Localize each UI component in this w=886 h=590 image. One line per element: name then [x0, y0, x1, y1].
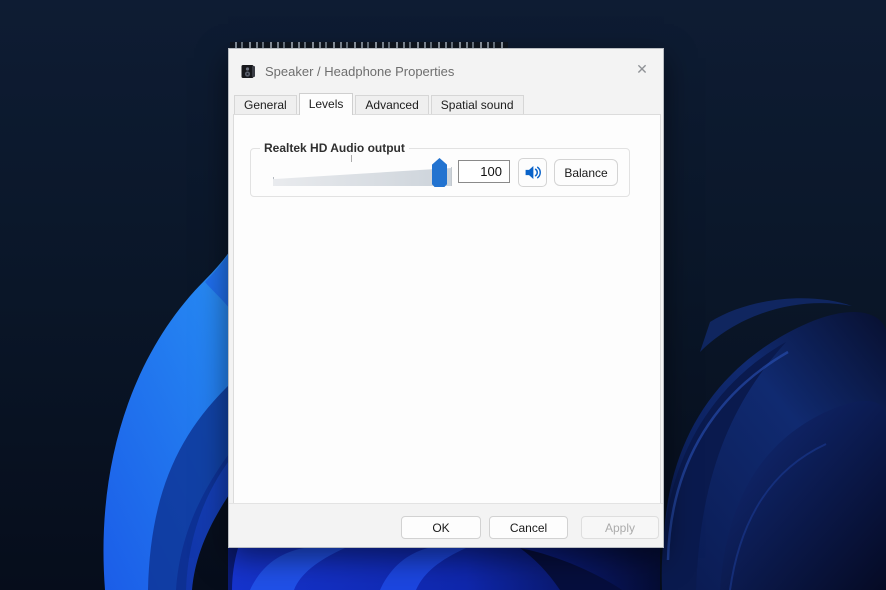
volume-value-field[interactable]: 100	[458, 160, 510, 183]
volume-slider[interactable]	[273, 155, 452, 188]
mute-button[interactable]	[518, 158, 547, 187]
speaker-icon	[241, 64, 255, 78]
close-icon: ✕	[636, 60, 648, 77]
ok-button[interactable]: OK	[401, 516, 481, 539]
titlebar: Speaker / Headphone Properties ✕	[229, 49, 663, 93]
close-button[interactable]: ✕	[631, 58, 653, 80]
output-device-label: Realtek HD Audio output	[260, 141, 409, 155]
volume-slider-thumb[interactable]	[432, 158, 447, 187]
levels-tab-page: Realtek HD Audio output 100 Balance	[233, 114, 661, 506]
apply-button[interactable]: Apply	[581, 516, 659, 539]
balance-button[interactable]: Balance	[554, 159, 618, 186]
tab-advanced[interactable]: Advanced	[355, 95, 429, 114]
tab-general[interactable]: General	[234, 95, 297, 114]
tab-levels[interactable]: Levels	[298, 93, 354, 115]
slider-center-tick	[351, 155, 352, 162]
tab-bar: General Levels Advanced Spatial sound	[234, 93, 526, 115]
desktop: Speaker / Headphone Properties ✕ General…	[0, 0, 886, 590]
output-device-group: Realtek HD Audio output 100 Balance	[250, 141, 630, 197]
speaker-volume-icon	[525, 166, 541, 179]
dialog-footer: OK Cancel Apply	[229, 503, 663, 547]
slider-track	[273, 168, 452, 186]
cancel-button[interactable]: Cancel	[489, 516, 568, 539]
slider-right-cap	[451, 167, 452, 186]
window-title: Speaker / Headphone Properties	[265, 63, 455, 79]
properties-dialog: Speaker / Headphone Properties ✕ General…	[228, 48, 664, 548]
tab-spatial-sound[interactable]: Spatial sound	[430, 95, 524, 114]
